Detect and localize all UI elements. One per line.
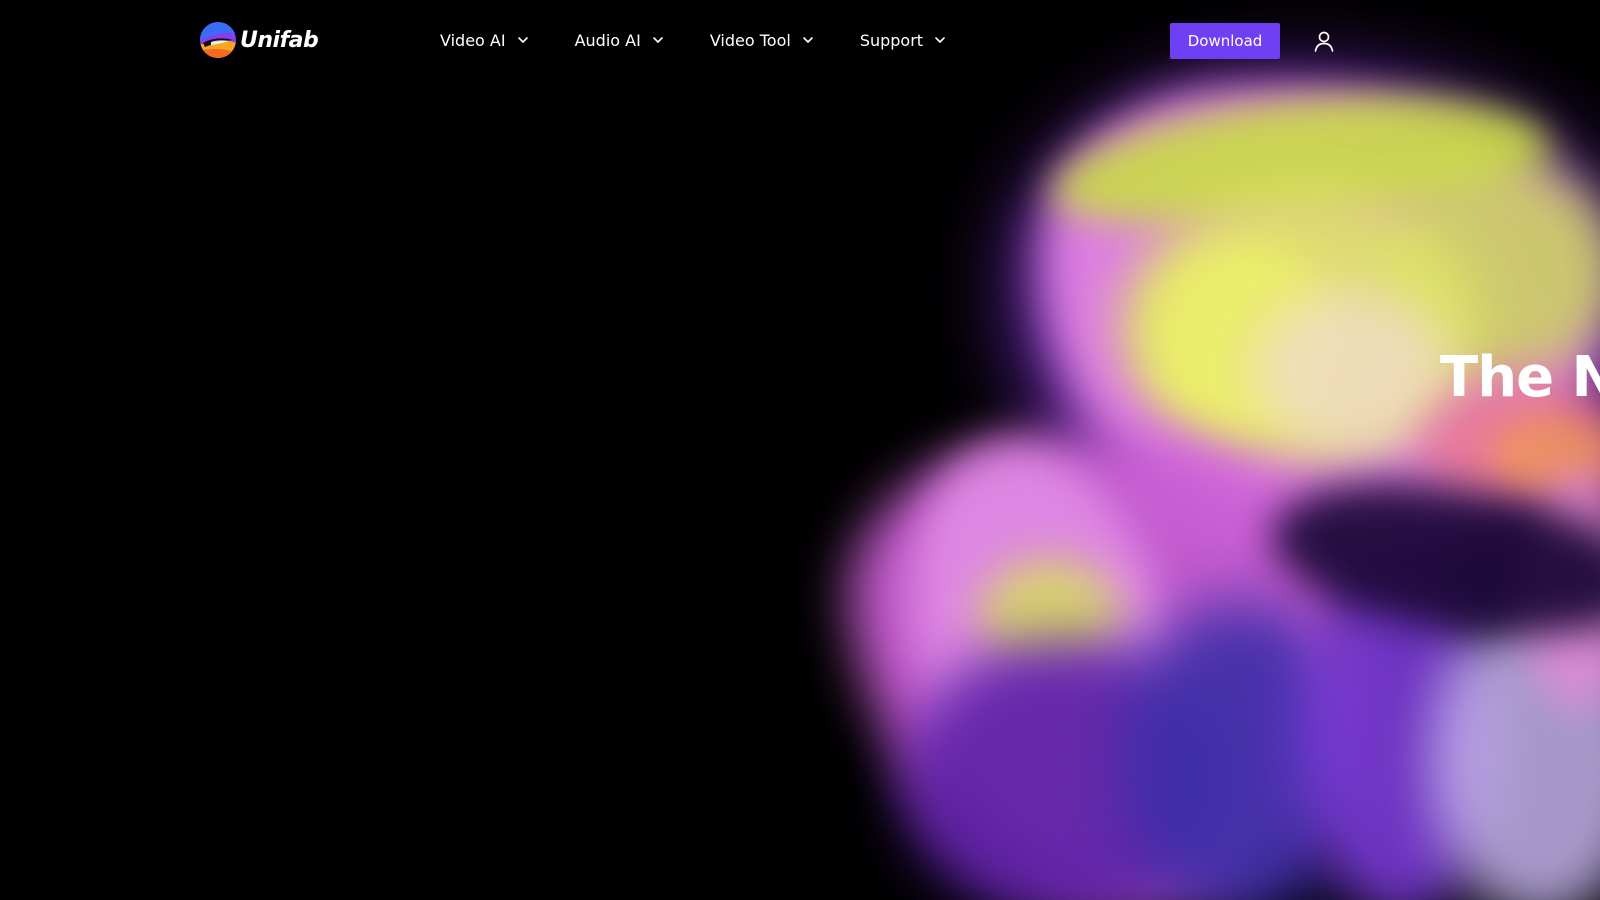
site-header: Unifab Video AI Audio AI Video Tool Supp… (0, 0, 1600, 80)
unifab-logo-icon (200, 22, 236, 58)
nav-item-video-tool[interactable]: Video Tool (710, 31, 814, 50)
brand-logo[interactable]: Unifab (199, 21, 319, 59)
nav-item-label: Support (859, 30, 924, 50)
chevron-down-icon (935, 37, 945, 43)
nav-item-label: Video Tool (709, 30, 791, 50)
user-icon[interactable] (1312, 29, 1336, 53)
download-button[interactable]: Download (1170, 23, 1280, 59)
nav-item-label: Video AI (440, 30, 506, 50)
main-nav: Video AI Audio AI Video Tool Support (440, 24, 946, 56)
nav-item-label: Audio AI (574, 30, 641, 50)
hero-headline-container: The N (0, 0, 1600, 900)
nav-item-video-ai[interactable]: Video AI (440, 31, 529, 50)
nav-item-audio-ai[interactable]: Audio AI (575, 31, 664, 50)
chevron-down-icon (517, 37, 528, 43)
hero-headline: The N (1440, 345, 1600, 410)
chevron-down-icon (803, 37, 813, 43)
brand-name: Unifab (240, 27, 319, 53)
chevron-down-icon (653, 37, 663, 43)
page: Unifab Video AI Audio AI Video Tool Supp… (0, 0, 1600, 900)
nav-item-support[interactable]: Support (860, 31, 946, 50)
